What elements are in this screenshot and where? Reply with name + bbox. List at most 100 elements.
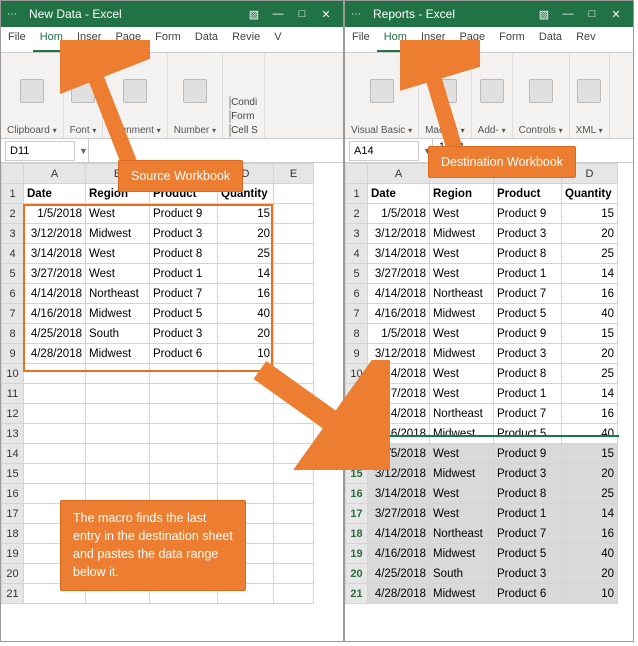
row-header[interactable]: 16 xyxy=(346,484,368,504)
cell[interactable]: Product 5 xyxy=(494,424,562,444)
cell[interactable]: 3/14/2018 xyxy=(368,484,430,504)
cell[interactable]: 3/12/2018 xyxy=(368,224,430,244)
maximize-button[interactable]: □ xyxy=(291,5,313,23)
cell[interactable]: Product 5 xyxy=(150,304,218,324)
row-header[interactable]: 1 xyxy=(2,184,24,204)
cell[interactable]: Midwest xyxy=(430,224,494,244)
cell[interactable]: 40 xyxy=(562,304,618,324)
cell[interactable]: West xyxy=(86,244,150,264)
minimize-button[interactable]: — xyxy=(267,5,289,23)
ribbon-tab-data[interactable]: Data xyxy=(532,27,569,52)
cell[interactable]: Midwest xyxy=(430,464,494,484)
cell[interactable]: 16 xyxy=(562,404,618,424)
cell[interactable] xyxy=(150,404,218,424)
cell[interactable] xyxy=(24,424,86,444)
cell[interactable]: Product 7 xyxy=(150,284,218,304)
cell[interactable]: 20 xyxy=(562,344,618,364)
cell[interactable]: West xyxy=(430,384,494,404)
row-header[interactable]: 15 xyxy=(346,464,368,484)
ribbon-group-font[interactable]: Font ▾ xyxy=(64,53,104,138)
cell[interactable] xyxy=(86,404,150,424)
cell[interactable] xyxy=(150,464,218,484)
ribbon-tab-page[interactable]: Page xyxy=(452,27,492,52)
row-header[interactable]: 3 xyxy=(2,224,24,244)
cell[interactable]: 3/14/2018 xyxy=(24,244,86,264)
row-header[interactable]: 13 xyxy=(346,424,368,444)
ribbon-icon[interactable] xyxy=(123,79,147,103)
cell[interactable]: 14 xyxy=(562,264,618,284)
ribbon-icon[interactable] xyxy=(71,79,95,103)
cell[interactable]: West xyxy=(430,204,494,224)
cell[interactable]: 20 xyxy=(218,224,274,244)
cell[interactable]: 1/5/2018 xyxy=(368,444,430,464)
cell[interactable] xyxy=(218,444,274,464)
cell[interactable]: Region xyxy=(430,184,494,204)
cell[interactable] xyxy=(274,524,314,544)
cell[interactable] xyxy=(24,404,86,424)
cell[interactable]: Product 5 xyxy=(494,304,562,324)
ribbon-group-alignment[interactable]: Alignment ▾ xyxy=(103,53,167,138)
close-button[interactable]: ✕ xyxy=(315,5,337,23)
ribbon-tab-hom[interactable]: Hom xyxy=(377,27,414,52)
cell[interactable] xyxy=(86,384,150,404)
cell[interactable]: 40 xyxy=(562,424,618,444)
row-header[interactable]: 21 xyxy=(346,584,368,604)
ribbon-group-controls[interactable]: Controls ▾ xyxy=(513,53,570,138)
cell[interactable]: West xyxy=(430,264,494,284)
cell[interactable] xyxy=(274,464,314,484)
cell[interactable] xyxy=(274,404,314,424)
row-header[interactable]: 10 xyxy=(2,364,24,384)
cell[interactable]: Product 1 xyxy=(494,264,562,284)
cell[interactable] xyxy=(218,424,274,444)
column-header[interactable]: A xyxy=(24,164,86,184)
cell[interactable]: Northeast xyxy=(430,524,494,544)
cell[interactable]: 4/25/2018 xyxy=(24,324,86,344)
cell[interactable]: 15 xyxy=(218,204,274,224)
ribbon-icon[interactable] xyxy=(183,79,207,103)
cell[interactable]: Product 3 xyxy=(494,224,562,244)
select-all-cell[interactable] xyxy=(2,164,24,184)
cell[interactable]: 4/16/2018 xyxy=(368,304,430,324)
cell[interactable] xyxy=(274,564,314,584)
cell[interactable]: Midwest xyxy=(430,424,494,444)
cell[interactable] xyxy=(150,384,218,404)
cell[interactable]: 40 xyxy=(218,304,274,324)
cell[interactable]: 4/16/2018 xyxy=(368,424,430,444)
cell[interactable] xyxy=(274,284,314,304)
name-box[interactable] xyxy=(5,141,75,161)
cell[interactable] xyxy=(24,464,86,484)
cell[interactable]: 4/28/2018 xyxy=(368,584,430,604)
cell[interactable]: Northeast xyxy=(86,284,150,304)
cell[interactable]: 10 xyxy=(218,344,274,364)
cell[interactable]: Midwest xyxy=(86,344,150,364)
cell[interactable] xyxy=(218,404,274,424)
row-header[interactable]: 3 xyxy=(346,224,368,244)
cell[interactable]: Product 1 xyxy=(494,384,562,404)
cell[interactable]: 25 xyxy=(562,484,618,504)
cell[interactable] xyxy=(24,384,86,404)
cell[interactable]: 3/14/2018 xyxy=(368,364,430,384)
cell[interactable]: 14 xyxy=(218,264,274,284)
cell[interactable] xyxy=(24,444,86,464)
cell[interactable]: Product 1 xyxy=(150,264,218,284)
spreadsheet-grid[interactable]: ABCD1DateRegionProductQuantity21/5/2018W… xyxy=(345,163,633,641)
cell[interactable]: 1/5/2018 xyxy=(368,204,430,224)
cell[interactable]: Midwest xyxy=(430,304,494,324)
cell[interactable] xyxy=(150,364,218,384)
cell[interactable] xyxy=(274,204,314,224)
ribbon-group-xml[interactable]: XML ▾ xyxy=(570,53,610,138)
ribbon-tab-form[interactable]: Form xyxy=(492,27,532,52)
ribbon-group-macros[interactable]: Macros ▾ xyxy=(419,53,472,138)
cell[interactable]: 1/5/2018 xyxy=(368,324,430,344)
ribbon-tab-rev[interactable]: Rev xyxy=(569,27,603,52)
cell[interactable] xyxy=(274,304,314,324)
cell[interactable] xyxy=(24,364,86,384)
row-header[interactable]: 4 xyxy=(346,244,368,264)
row-header[interactable]: 20 xyxy=(346,564,368,584)
ribbon-tab-data[interactable]: Data xyxy=(188,27,225,52)
cell[interactable] xyxy=(274,224,314,244)
row-header[interactable]: 21 xyxy=(2,584,24,604)
cell[interactable] xyxy=(150,424,218,444)
cell[interactable]: Product 8 xyxy=(150,244,218,264)
cell[interactable]: Product 1 xyxy=(494,504,562,524)
